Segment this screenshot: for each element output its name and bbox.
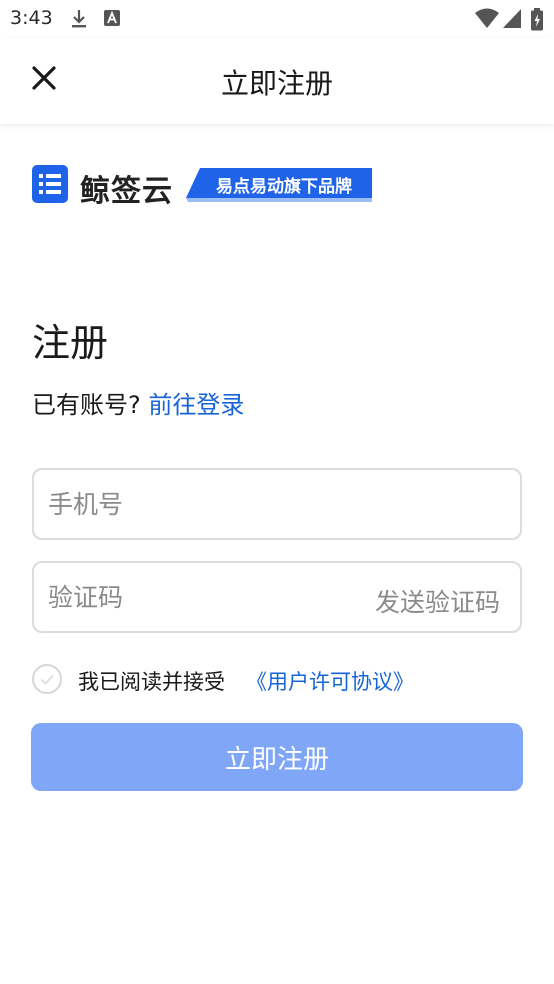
page-title: 立即注册 xyxy=(220,67,333,100)
agree-text: 我已阅读并接受 xyxy=(78,670,225,694)
code-input[interactable] xyxy=(48,563,348,631)
download-icon xyxy=(68,8,90,34)
status-bar: 3:43 xyxy=(0,0,554,38)
check-icon xyxy=(40,674,54,685)
phone-field xyxy=(32,468,522,540)
login-prompt: 已有账号? xyxy=(32,391,141,419)
text-a-icon xyxy=(102,8,122,32)
register-heading: 注册 xyxy=(32,321,109,365)
login-link[interactable]: 前往登录 xyxy=(148,391,244,419)
code-field: 发送验证码 xyxy=(32,561,522,633)
agree-checkbox[interactable] xyxy=(32,664,62,694)
license-agreement-link[interactable]: 《用户许可协议》 xyxy=(246,666,414,696)
send-code-button[interactable]: 发送验证码 xyxy=(375,583,500,619)
app-bar: 立即注册 xyxy=(0,38,554,124)
brand-name: 鲸签云 xyxy=(80,174,173,209)
status-time: 3:43 xyxy=(10,7,53,29)
brand-mark-icon xyxy=(32,165,68,203)
battery-icon xyxy=(530,8,544,36)
signal-icon xyxy=(502,8,522,34)
login-row: 已有账号? 前往登录 xyxy=(32,385,244,420)
brand-tagline: 易点易动旗下品牌 xyxy=(216,177,352,197)
register-button[interactable]: 立即注册 xyxy=(31,723,523,791)
wifi-icon xyxy=(474,8,500,34)
brand-logo: 鲸签云 易点易动旗下品牌 xyxy=(32,164,372,209)
phone-input[interactable] xyxy=(48,470,348,538)
